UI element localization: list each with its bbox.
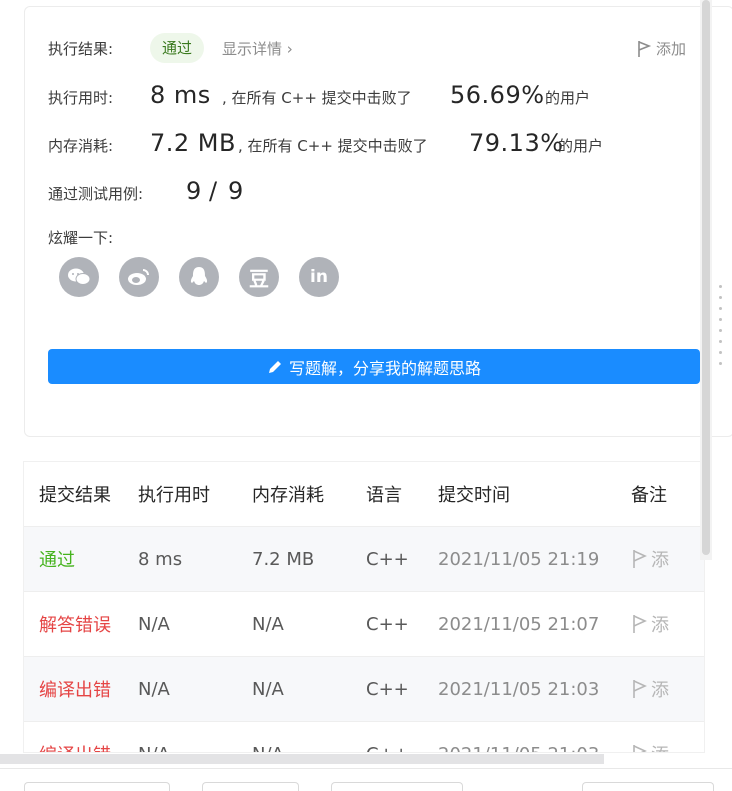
header-status: 提交结果 <box>39 485 111 506</box>
row-submitted-at: 2021/11/05 21:07 <box>438 613 600 635</box>
result-label: 执行结果: <box>48 40 114 58</box>
add-note-button[interactable]: 添加 <box>636 38 686 59</box>
row-note-label: 添 <box>651 680 669 701</box>
douban-icon[interactable]: 豆 <box>239 257 279 297</box>
table-row[interactable]: 编译出错 N/A N/A C++ 2021/11/05 21:03 添 <box>24 722 704 752</box>
row-memory: N/A <box>252 678 284 700</box>
row-add-note[interactable]: 添 <box>631 676 704 702</box>
row-note-label: 添 <box>651 615 669 636</box>
runtime-percent: 56.69% <box>450 81 545 109</box>
table-row[interactable]: 通过 8 ms 7.2 MB C++ 2021/11/05 21:19 添 <box>24 527 704 592</box>
row-add-note[interactable]: 添 <box>631 546 704 572</box>
row-submitted-at: 2021/11/05 21:03 <box>438 678 600 700</box>
row-runtime: 8 ms <box>138 548 183 570</box>
write-solution-label: 写题解，分享我的解题思路 <box>288 358 481 378</box>
table-row[interactable]: 编译出错 N/A N/A C++ 2021/11/05 21:03 添 <box>24 657 704 722</box>
row-language: C++ <box>366 548 409 570</box>
header-memory: 内存消耗 <box>252 485 324 506</box>
row-submitted-at: 2021/11/05 21:19 <box>438 548 600 570</box>
flag-icon <box>633 550 647 568</box>
panel-resize-handle[interactable] <box>719 285 722 365</box>
tests-total: 9 <box>228 177 244 205</box>
table-header: 提交结果 执行用时 内存消耗 语言 提交时间 备注 <box>24 462 704 527</box>
table-row[interactable]: 解答错误 N/A N/A C++ 2021/11/05 21:07 添 <box>24 592 704 657</box>
row-memory: 7.2 MB <box>252 548 315 570</box>
header-submitted-at: 提交时间 <box>438 485 510 506</box>
pencil-icon <box>268 360 281 373</box>
header-runtime: 执行用时 <box>138 485 210 506</box>
runtime-label: 执行用时: <box>48 89 114 107</box>
row-memory: N/A <box>252 744 366 753</box>
row-memory: N/A <box>252 613 284 635</box>
show-details-link[interactable]: 显示详情 › <box>222 38 293 59</box>
row-status[interactable]: 解答错误 <box>24 611 138 637</box>
row-add-note[interactable]: 添 <box>631 741 704 752</box>
write-solution-button[interactable]: 写题解，分享我的解题思路 <box>48 349 700 384</box>
memory-value: 7.2 MB <box>150 129 236 157</box>
wechat-icon[interactable] <box>59 257 99 297</box>
tests-passed: 9 <box>186 177 202 205</box>
row-note-label: 添 <box>651 550 669 571</box>
row-language: C++ <box>366 613 409 635</box>
linkedin-glyph: in <box>310 267 328 287</box>
tests-label: 通过测试用例: <box>48 185 144 203</box>
add-note-label: 添加 <box>656 40 687 58</box>
bottom-toolbar-button[interactable] <box>582 782 714 791</box>
bottom-toolbar-button[interactable] <box>331 782 463 791</box>
header-language: 语言 <box>366 485 402 506</box>
linkedin-icon[interactable]: in <box>299 257 339 297</box>
vertical-scrollbar-thumb[interactable] <box>702 0 710 555</box>
flag-icon <box>638 40 652 57</box>
flag-icon <box>633 615 647 633</box>
flag-icon <box>633 680 647 698</box>
douban-glyph: 豆 <box>249 266 269 291</box>
show-details-label: 显示详情 <box>222 40 283 58</box>
memory-label: 内存消耗: <box>48 137 114 155</box>
bottom-toolbar-button[interactable] <box>24 782 170 791</box>
row-status[interactable]: 通过 <box>24 546 138 572</box>
row-runtime: N/A <box>138 678 170 700</box>
row-submitted-at: 2021/11/05 21:03 <box>438 744 631 753</box>
row-runtime: N/A <box>138 744 252 753</box>
row-runtime: N/A <box>138 613 170 635</box>
wechat-glyph <box>68 268 91 285</box>
qq-icon[interactable] <box>179 257 219 297</box>
row-status[interactable]: 编译出错 <box>24 741 138 752</box>
row-language: C++ <box>366 678 409 700</box>
weibo-glyph <box>128 269 149 285</box>
horizontal-scrollbar[interactable] <box>0 754 604 764</box>
bottom-toolbar-button[interactable] <box>202 782 299 791</box>
chevron-right-icon: › <box>286 40 293 58</box>
share-label: 炫耀一下: <box>48 229 114 247</box>
memory-beats-text: , 在所有 C++ 提交中击败了 <box>238 137 428 155</box>
submissions-table: 提交结果 执行用时 内存消耗 语言 提交时间 备注 通过 8 ms 7.2 MB… <box>24 462 704 752</box>
runtime-suffix: 的用户 <box>545 89 591 107</box>
row-note-label: 添 <box>651 741 669 752</box>
runtime-value: 8 ms <box>150 81 211 109</box>
runtime-beats-text: , 在所有 C++ 提交中击败了 <box>222 89 412 107</box>
row-status[interactable]: 编译出错 <box>24 676 138 702</box>
weibo-icon[interactable] <box>119 257 159 297</box>
memory-percent: 79.13% <box>469 129 564 157</box>
qq-glyph <box>190 267 208 285</box>
status-badge: 通过 <box>150 33 205 63</box>
row-add-note[interactable]: 添 <box>631 611 704 637</box>
tests-separator: / <box>209 177 218 205</box>
row-language: C++ <box>366 744 438 753</box>
memory-suffix: 的用户 <box>558 137 604 155</box>
flag-icon <box>633 745 647 752</box>
table-body: 通过 8 ms 7.2 MB C++ 2021/11/05 21:19 添 解答… <box>24 527 704 752</box>
header-note: 备注 <box>631 485 667 506</box>
